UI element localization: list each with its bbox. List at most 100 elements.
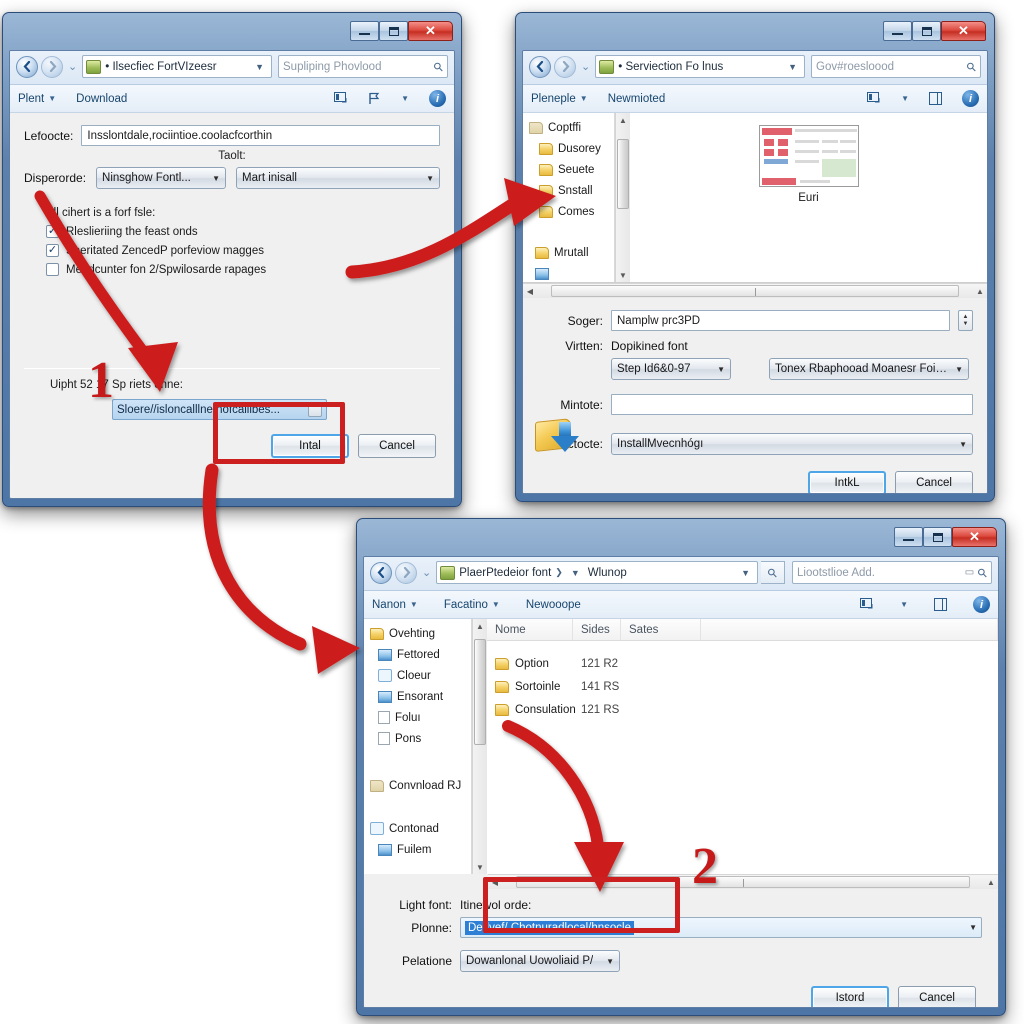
nav-item-2[interactable]: Cloeur: [370, 665, 471, 686]
close-button[interactable]: ✕: [408, 21, 453, 41]
breadcrumb[interactable]: • Ilsecfiec FortVIzeesr ▼: [82, 55, 272, 78]
sage-input[interactable]: Namplw prc3PD: [611, 310, 950, 331]
scroll-left-arrow[interactable]: ◀: [523, 287, 537, 296]
breadcrumb[interactable]: • Serviection Fo lnus ▼: [595, 55, 805, 78]
window2-window-controls[interactable]: ✕: [883, 21, 986, 41]
new-button[interactable]: Newooope: [526, 599, 581, 611]
nav-item-1[interactable]: Dusorey: [529, 138, 614, 159]
window1-titlebar[interactable]: ✕: [9, 20, 455, 50]
back-button[interactable]: [529, 55, 551, 78]
preview-pane-icon[interactable]: [929, 92, 942, 105]
search-input[interactable]: Supliping Phovlood ⚲: [278, 55, 448, 78]
flag-icon[interactable]: [368, 92, 381, 105]
scroll-right-arrow[interactable]: ▲: [973, 287, 987, 296]
table-row[interactable]: Sortoinle 141 RS: [487, 675, 998, 698]
clear-icon[interactable]: ▭: [965, 567, 974, 578]
scroll-left-arrow[interactable]: ◀: [488, 878, 502, 887]
window1-window-controls[interactable]: ✕: [350, 21, 453, 41]
scroll-up-arrow[interactable]: ▲: [473, 619, 487, 633]
download-button[interactable]: Download: [76, 93, 127, 105]
nav-item-2[interactable]: Seuete: [529, 159, 614, 180]
organize-menu[interactable]: Plent ▼: [18, 93, 56, 105]
cancel-button[interactable]: Cancel: [895, 471, 973, 493]
breadcrumb-path[interactable]: • Ilsecfiec FortVIzeesr: [105, 61, 251, 73]
nav-vertical-scrollbar[interactable]: ▲ ▼: [615, 113, 630, 282]
scroll-right-arrow[interactable]: ▲: [984, 878, 998, 887]
file-item[interactable]: Euri: [630, 125, 987, 204]
install-button[interactable]: IntkL: [808, 471, 886, 493]
checkbox-row-2[interactable]: ✓ Speritated ZencedP porfeviow magges: [46, 244, 440, 257]
back-button[interactable]: [16, 55, 38, 78]
checkbox-1[interactable]: ✓: [46, 225, 59, 238]
chevron-down-icon[interactable]: ▼: [784, 62, 801, 72]
scroll-up-arrow[interactable]: ▲: [616, 113, 630, 127]
column-blank[interactable]: [701, 619, 998, 640]
lactocte-combo[interactable]: InstallMvecnhógı ▼: [611, 433, 973, 455]
recent-pages-caret[interactable]: ⌄: [420, 566, 433, 579]
chevron-down-icon[interactable]: ▼: [567, 568, 584, 578]
help-icon[interactable]: i: [973, 596, 990, 613]
path-input[interactable]: Sloere//isloncalllne.nofcalilbes...: [112, 399, 327, 420]
chevron-down-icon[interactable]: ▼: [900, 600, 908, 609]
window2-command-bar[interactable]: Pleneple ▼ Newmioted ▼ i: [523, 85, 987, 113]
install-button[interactable]: Intal: [271, 434, 349, 458]
chevron-down-icon[interactable]: ▼: [251, 62, 268, 72]
pelatione-combo[interactable]: Dowanlonal Uowoliaid P/ ▼: [460, 950, 620, 972]
organize-menu[interactable]: Nanon ▼: [372, 599, 418, 611]
nav-item-9[interactable]: Contonad: [370, 818, 471, 839]
nav-item-5[interactable]: Pons: [370, 728, 471, 749]
file-list-pane[interactable]: Nome Sides Sates Option 121 R2 Sortoinle…: [487, 619, 998, 874]
chevron-down-icon[interactable]: ▼: [901, 94, 909, 103]
nav-item-6[interactable]: Mrutall: [529, 242, 614, 263]
view-icon[interactable]: [860, 598, 874, 611]
install-font-dialog-window[interactable]: ✕ ⌄ • Ilsecfiec FortVIzeesr ▼ Supliping …: [2, 12, 462, 507]
browse-for-folder-window[interactable]: ✕ ⌄ • Serviection Fo lnus ▼ Gov#roeslooo…: [515, 12, 995, 502]
scroll-down-arrow[interactable]: ▼: [616, 268, 630, 282]
window2-horizontal-scrollbar[interactable]: ◀ ▲: [523, 283, 987, 298]
column-headers[interactable]: Nome Sides Sates: [487, 619, 998, 641]
checkbox-3[interactable]: [46, 263, 59, 276]
recent-pages-caret[interactable]: ⌄: [579, 60, 592, 73]
breadcrumb-segment-2[interactable]: Wlunop: [588, 567, 737, 579]
checkbox-row-3[interactable]: Mendcunter fon 2/Spwilosarde rapages: [46, 263, 440, 276]
window2-titlebar[interactable]: ✕: [522, 20, 988, 50]
maximize-button[interactable]: [912, 21, 941, 41]
window1-address-bar[interactable]: ⌄ • Ilsecfiec FortVIzeesr ▼ Supliping Ph…: [10, 51, 454, 85]
maximize-button[interactable]: [923, 527, 952, 547]
cancel-button[interactable]: Cancel: [898, 986, 976, 1007]
back-button[interactable]: [370, 561, 392, 584]
window3-horizontal-scrollbar[interactable]: ◀ ▲: [488, 874, 998, 889]
window3-window-controls[interactable]: ✕: [894, 527, 997, 547]
file-browser-window[interactable]: ✕ ⌄ PlaerPtedeior font ❯ ▼ Wlunop ▼ ⚲ Li…: [356, 518, 1006, 1016]
nav-vertical-scrollbar[interactable]: ▲ ▼: [472, 619, 487, 874]
forward-button[interactable]: [395, 561, 417, 584]
plonne-combo[interactable]: Derlvef/ Chotnuradlocal/hnsocle ▼: [460, 917, 982, 938]
type-combo[interactable]: Tonex Rbaphooad Moanesr Foitore ▼: [769, 358, 969, 380]
window3-titlebar[interactable]: ✕: [363, 526, 999, 556]
nav-item-7[interactable]: Convnload RJ: [370, 775, 471, 796]
maximize-button[interactable]: [379, 21, 408, 41]
recent-pages-caret[interactable]: ⌄: [66, 60, 79, 73]
checkbox-2[interactable]: ✓: [46, 244, 59, 257]
close-button[interactable]: ✕: [941, 21, 986, 41]
arrange-menu[interactable]: Facatino ▼: [444, 599, 500, 611]
new-folder-button[interactable]: Newmioted: [608, 93, 666, 105]
browse-button[interactable]: [308, 402, 322, 417]
column-size[interactable]: Sides: [573, 619, 621, 640]
organize-menu[interactable]: Pleneple ▼: [531, 93, 588, 105]
breadcrumb-segment-1[interactable]: PlaerPtedeior font: [459, 567, 551, 579]
window1-command-bar[interactable]: Plent ▼ Download ▼ i: [10, 85, 454, 113]
column-name[interactable]: Nome: [487, 619, 573, 640]
scrollbar-thumb[interactable]: [617, 139, 629, 209]
cancel-button[interactable]: Cancel: [358, 434, 436, 458]
breadcrumb-path[interactable]: • Serviection Fo lnus: [618, 61, 784, 73]
scroll-down-arrow[interactable]: ▼: [473, 860, 487, 874]
minimize-button[interactable]: [350, 21, 379, 41]
breadcrumb[interactable]: PlaerPtedeior font ❯ ▼ Wlunop ▼: [436, 561, 758, 584]
preview-pane-icon[interactable]: [934, 598, 947, 611]
refresh-icon[interactable]: ⚲: [761, 561, 785, 584]
table-row[interactable]: Consulation 121 RS: [487, 698, 998, 721]
scrollbar-track[interactable]: [551, 285, 959, 297]
view-icon[interactable]: [334, 92, 348, 105]
forward-button[interactable]: [554, 55, 576, 78]
